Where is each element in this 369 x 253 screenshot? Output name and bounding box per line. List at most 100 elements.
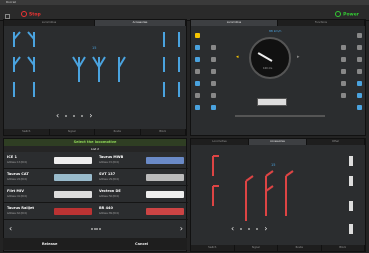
- tab-locomotive[interactable]: Locomotive: [191, 139, 249, 145]
- signal-icon: [349, 201, 353, 211]
- speed-gauge[interactable]: 100 ms: [249, 37, 291, 79]
- loco-actions: Release Cancel: [3, 238, 187, 250]
- switch-grid-value: 15: [92, 46, 97, 50]
- function-icon[interactable]: [211, 57, 216, 62]
- signals-footer-tabs: Switch Signal Route Block: [191, 245, 365, 251]
- switch-icon: [13, 31, 180, 97]
- signal-grid: [212, 155, 353, 234]
- loco-control-panel: Locomotive Functions 88 km/h 100 ms ◂ ▸: [190, 19, 366, 136]
- signals-pager: ‹ ›: [231, 225, 267, 233]
- power-icon: [335, 11, 342, 17]
- loco-thumbnail: [146, 208, 184, 215]
- tab-route[interactable]: Route: [278, 245, 322, 251]
- tab-accessories[interactable]: Accessories: [95, 20, 186, 26]
- function-icon[interactable]: [341, 69, 346, 74]
- loco-list-pager: ‹ ›: [9, 225, 183, 233]
- tab-switch[interactable]: Switch: [4, 129, 50, 135]
- sound-icon[interactable]: [195, 81, 200, 86]
- switches-footer-tabs: Switch Signal Route Block: [4, 129, 186, 135]
- function-icon[interactable]: [195, 69, 200, 74]
- loco-thumbnail: [146, 174, 184, 181]
- direction-left-icon[interactable]: ◂: [236, 54, 239, 60]
- function-icon[interactable]: [341, 45, 346, 50]
- signal-icon: [349, 224, 353, 234]
- release-button[interactable]: Release: [42, 242, 57, 246]
- tab-other[interactable]: Other: [307, 139, 365, 145]
- next-page-button[interactable]: ›: [89, 112, 92, 120]
- prev-page-button[interactable]: ‹: [56, 112, 59, 120]
- list-item[interactable]: BR 440 Address: 89 (DCC): [96, 204, 188, 220]
- function-icon[interactable]: [357, 105, 362, 110]
- speed-label: 88 km/h: [269, 29, 282, 33]
- signal-icon: [265, 170, 274, 216]
- function-icon[interactable]: [211, 105, 216, 110]
- tab-signal[interactable]: Signal: [235, 245, 278, 251]
- function-icon[interactable]: [357, 33, 362, 38]
- function-icon[interactable]: [211, 93, 216, 98]
- function-icon[interactable]: [341, 57, 346, 62]
- horn-icon[interactable]: [195, 45, 200, 50]
- signal-icon: [349, 176, 353, 186]
- direction-right-icon[interactable]: ▸: [297, 54, 300, 60]
- speed-slider[interactable]: [235, 115, 325, 117]
- signals-tabs: Locomotive Accessories Other: [191, 139, 365, 145]
- list-item[interactable]: Taurus CAT Address: 24 (DCC): [4, 170, 96, 186]
- function-icon[interactable]: [211, 69, 216, 74]
- function-icon[interactable]: [341, 81, 346, 86]
- prev-page-button[interactable]: ‹: [231, 225, 234, 233]
- window-title: Rocrail: [6, 0, 17, 4]
- prev-page-button[interactable]: ‹: [9, 225, 12, 233]
- bell-icon[interactable]: [195, 57, 200, 62]
- signal-icon: [245, 175, 254, 221]
- function-icon[interactable]: [195, 93, 200, 98]
- cancel-button[interactable]: Cancel: [135, 242, 148, 246]
- function-icon[interactable]: [357, 45, 362, 50]
- app-window: Rocrail Stop Power Locomotive Accessorie…: [0, 0, 369, 253]
- gauge-needle: [257, 52, 273, 62]
- next-page-button[interactable]: ›: [264, 225, 267, 233]
- function-icon[interactable]: [357, 93, 362, 98]
- power-button[interactable]: Power: [335, 11, 359, 18]
- function-icon[interactable]: [357, 69, 362, 74]
- loco-thumbnail: [54, 208, 92, 215]
- stop-button[interactable]: Stop: [21, 11, 41, 18]
- loco-thumbnail: [54, 174, 92, 181]
- speed-value: 100 ms: [263, 67, 273, 70]
- control-tabs: Locomotive Functions: [191, 20, 365, 26]
- tab-block[interactable]: Block: [322, 245, 365, 251]
- tab-switch[interactable]: Switch: [191, 245, 235, 251]
- list-item[interactable]: SVT 137 Address: 29 (DCC): [96, 170, 188, 186]
- signal-icon: [349, 156, 353, 166]
- stop-icon: [21, 11, 27, 17]
- function-icon[interactable]: [195, 105, 200, 110]
- list-item[interactable]: Taurus Railjet Address: 62 (DCC): [4, 204, 96, 220]
- next-page-button[interactable]: ›: [180, 225, 183, 233]
- list-item[interactable]: Taurus MWB Address: 15 (DCC): [96, 153, 188, 169]
- tab-locomotive[interactable]: Locomotive: [4, 20, 95, 26]
- loco-thumbnail: [146, 191, 184, 198]
- loco-list-label: List 2: [4, 146, 186, 152]
- function-icon[interactable]: [211, 45, 216, 50]
- tab-accessories[interactable]: Accessories: [249, 139, 307, 145]
- function-icon[interactable]: [357, 81, 362, 86]
- list-item[interactable]: Vectron DE Address: 56 (DCC): [96, 187, 188, 203]
- tab-block[interactable]: Block: [141, 129, 186, 135]
- light-icon[interactable]: [195, 33, 200, 38]
- signal-icon: [212, 185, 219, 206]
- signals-panel: Locomotive Accessories Other 15 ‹ › Swit…: [190, 138, 366, 252]
- tab-signal[interactable]: Signal: [50, 129, 95, 135]
- tab-route[interactable]: Route: [95, 129, 141, 135]
- switches-panel: Locomotive Accessories 15 ‹ › Switch Sig…: [3, 19, 187, 136]
- list-item[interactable]: ICE 1 Address: 13 (DCC): [4, 153, 96, 169]
- tab-locomotive-control[interactable]: Locomotive: [191, 20, 278, 26]
- function-icon[interactable]: [211, 81, 216, 86]
- loco-thumbnail: [146, 157, 184, 164]
- function-icon[interactable]: [357, 57, 362, 62]
- tab-functions[interactable]: Functions: [278, 20, 365, 26]
- loco-select-header: Select the locomotive: [4, 139, 186, 146]
- signal-icon: [285, 170, 294, 216]
- switch-grid: [13, 31, 180, 97]
- function-icon[interactable]: [341, 93, 346, 98]
- list-item[interactable]: Flirt MIV Address: 41 (DCC): [4, 187, 96, 203]
- loco-image: [257, 98, 287, 106]
